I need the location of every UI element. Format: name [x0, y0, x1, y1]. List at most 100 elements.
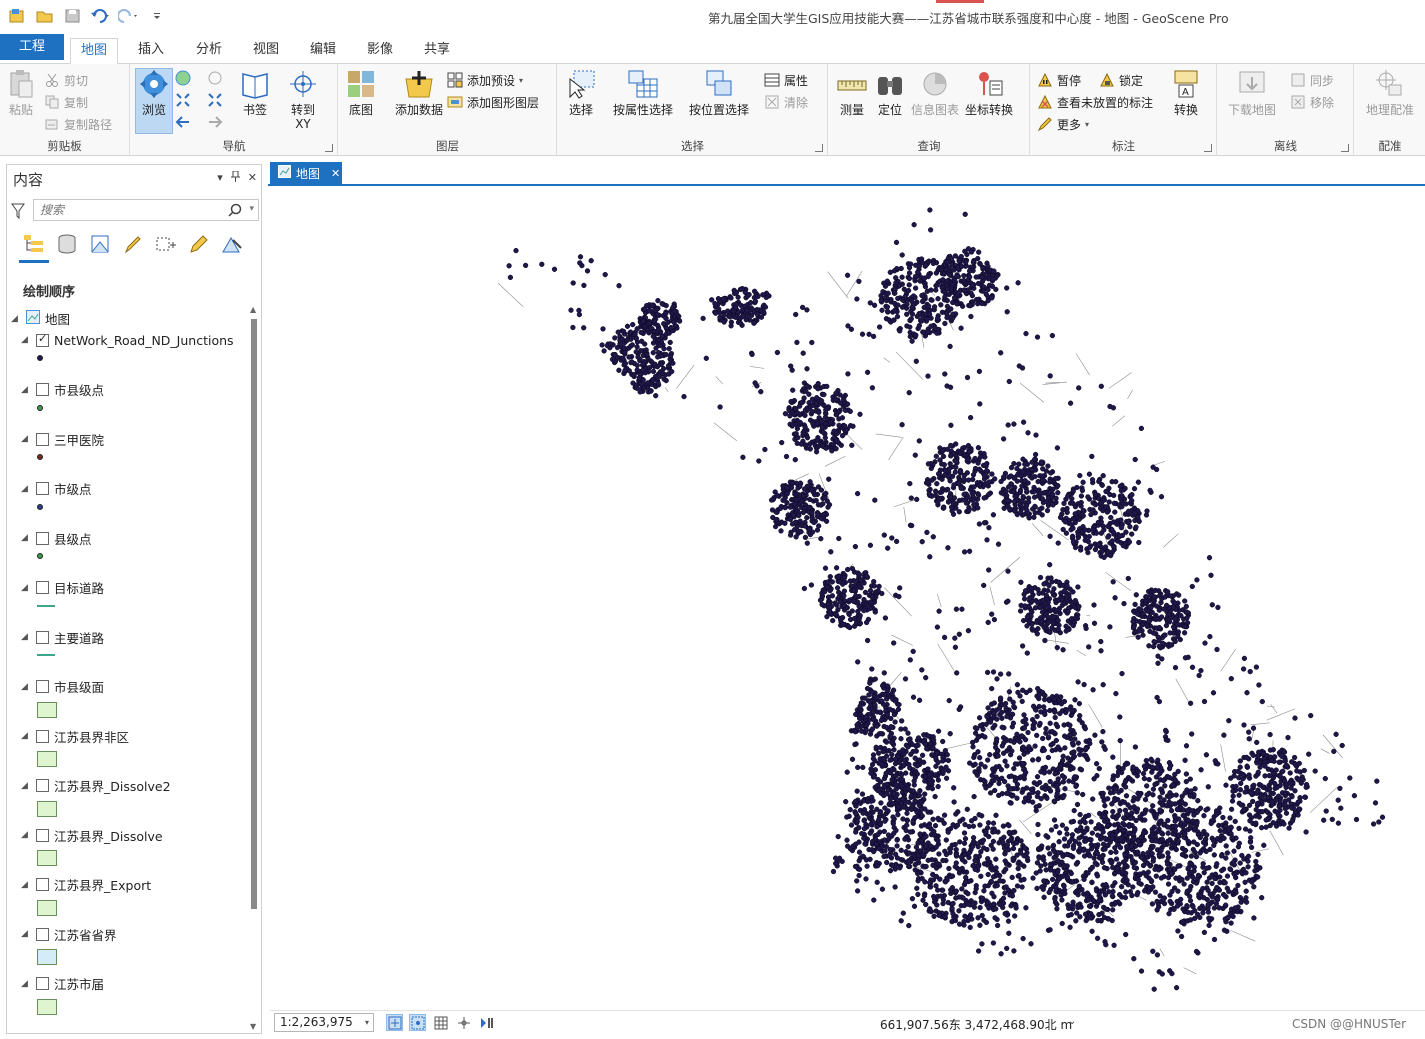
layer-collapse-icon[interactable]: ◢ [21, 583, 31, 593]
layer-collapse-icon[interactable]: ◢ [21, 434, 31, 444]
fixed-zoom-out-button[interactable] [207, 90, 223, 110]
pause-labels-button[interactable]: 暂停 [1037, 70, 1081, 90]
select-button[interactable]: 选择 [564, 68, 598, 117]
layer-item[interactable]: ◢ 市县级点 [21, 379, 251, 427]
infographics-button[interactable]: 信息图表 [909, 68, 961, 117]
coordinate-conversion-button[interactable]: 坐标转换 [963, 68, 1015, 117]
layer-item[interactable]: ◢ 江苏县界_Dissolve [21, 824, 251, 872]
view-unplaced-labels-button[interactable]: 查看未放置的标注 [1037, 92, 1153, 112]
map-view-tab[interactable]: 地图 ✕ [270, 162, 342, 184]
layer-item[interactable]: ◢ 县级点 [21, 527, 251, 575]
pin-icon[interactable] [230, 170, 240, 185]
more-labeling-button[interactable]: 更多 ▾ [1037, 114, 1089, 134]
measure-button[interactable]: 测量 [835, 68, 869, 117]
layer-collapse-icon[interactable]: ◢ [21, 979, 31, 989]
layer-item[interactable]: ◢ 江苏县界非区 [21, 725, 251, 773]
basemap-button[interactable]: 底图 [343, 68, 379, 117]
contents-search-input[interactable] [34, 200, 220, 220]
road-junctions-map[interactable] [270, 188, 1425, 1010]
tab-analysis[interactable]: 分析 [186, 38, 232, 64]
layer-visibility-checkbox[interactable] [36, 977, 49, 990]
map-node[interactable]: ◢ 地图 [11, 309, 70, 328]
pane-menu-icon[interactable]: ▾ [217, 171, 223, 185]
layer-visibility-checkbox[interactable] [36, 680, 49, 693]
layer-collapse-icon[interactable]: ◢ [21, 533, 31, 543]
lock-labels-button[interactable]: 锁定 [1099, 70, 1143, 90]
download-map-button[interactable]: 下载地图 [1224, 68, 1280, 117]
locate-button[interactable]: 定位 [873, 68, 907, 117]
layer-visibility-checkbox[interactable] [36, 630, 49, 644]
layer-collapse-icon[interactable]: ◢ [21, 632, 31, 642]
full-extent-button[interactable] [175, 68, 191, 88]
select-by-attributes-button[interactable]: 按属性选择 [612, 68, 674, 117]
layer-item[interactable]: ◢NetWork_Road_ND_Junctions [21, 329, 251, 377]
layer-collapse-icon[interactable]: ◢ [21, 929, 31, 939]
layer-visibility-checkbox[interactable] [36, 927, 49, 941]
scroll-thumb[interactable] [251, 319, 257, 909]
layer-collapse-icon[interactable]: ◢ [21, 385, 31, 395]
layer-item[interactable]: ◢ 市级点 [21, 478, 251, 526]
scroll-up-icon[interactable]: ▲ [250, 305, 256, 314]
redo-icon[interactable] [118, 6, 140, 26]
save-project-icon[interactable] [62, 6, 84, 26]
cut-button[interactable]: 剪切 [44, 70, 88, 90]
layer-collapse-icon[interactable]: ◢ [21, 880, 31, 890]
tab-insert[interactable]: 插入 [128, 38, 174, 64]
layer-collapse-icon[interactable]: ◢ [21, 335, 31, 345]
map-collapse-icon[interactable]: ◢ [11, 314, 21, 324]
add-data-button[interactable]: 添加数据 [391, 68, 447, 117]
navigate-launcher[interactable] [325, 144, 333, 152]
explore-button[interactable]: 浏览 [137, 68, 171, 117]
paste-button[interactable]: 粘贴 [4, 68, 38, 117]
layer-visibility-checkbox[interactable] [36, 432, 49, 446]
close-pane-icon[interactable]: ✕ [248, 171, 257, 185]
search-icon[interactable] [228, 203, 242, 220]
layer-item[interactable]: ◢ 江苏省省界 [21, 923, 251, 971]
selection-launcher[interactable] [815, 144, 823, 152]
sync-button[interactable]: 同步 [1290, 70, 1334, 90]
list-by-selection-icon[interactable] [89, 233, 111, 255]
layer-collapse-icon[interactable]: ◢ [21, 731, 31, 741]
attributes-button[interactable]: 属性 [764, 70, 808, 90]
layer-collapse-icon[interactable]: ◢ [21, 781, 31, 791]
new-project-icon[interactable] [6, 6, 28, 26]
tab-map[interactable]: 地图 [70, 38, 119, 64]
copy-path-button[interactable]: 复制路径 [44, 114, 112, 134]
list-by-perspective-imagery-icon[interactable] [221, 233, 243, 255]
layer-visibility-checkbox[interactable] [36, 581, 49, 594]
list-by-drawing-order-icon[interactable] [19, 233, 49, 263]
add-preset-button[interactable]: 添加预设 ▾ [447, 70, 523, 90]
layer-item[interactable]: ◢ 三甲医院 [21, 428, 251, 476]
goto-xy-button[interactable]: 转到 XY [283, 68, 323, 131]
labeling-launcher[interactable] [1204, 144, 1212, 152]
layer-visibility-checkbox[interactable] [36, 729, 49, 743]
layer-visibility-checkbox[interactable] [36, 383, 49, 396]
layer-visibility-checkbox[interactable] [36, 828, 49, 842]
layer-collapse-icon[interactable]: ◢ [21, 682, 31, 692]
clear-selection-button[interactable]: 清除 [764, 92, 808, 112]
contents-scrollbar[interactable]: ▲ ▼ [250, 305, 258, 1031]
layer-item[interactable]: ◢ 江苏县界_Export [21, 874, 251, 922]
layer-visibility-checkbox[interactable] [36, 482, 49, 495]
forward-button[interactable] [207, 112, 223, 132]
convert-labels-button[interactable]: A 转换 [1169, 68, 1203, 117]
close-map-tab-icon[interactable]: ✕ [331, 167, 340, 180]
back-button[interactable] [175, 112, 191, 132]
add-graphics-layer-button[interactable]: 添加图形图层 [447, 92, 539, 112]
tab-share[interactable]: 共享 [414, 38, 460, 64]
layer-visibility-checkbox[interactable] [36, 531, 49, 545]
map-canvas[interactable] [270, 188, 1425, 1010]
scroll-down-icon[interactable]: ▼ [250, 1022, 256, 1031]
bookmarks-button[interactable]: 书签 [237, 68, 273, 117]
fixed-zoom-in-button[interactable] [175, 90, 191, 110]
layer-collapse-icon[interactable]: ◢ [21, 484, 31, 494]
layer-visibility-checkbox[interactable] [36, 332, 49, 347]
layer-collapse-icon[interactable]: ◢ [21, 830, 31, 840]
tab-view[interactable]: 视图 [243, 38, 289, 64]
customize-qat-icon[interactable] [146, 6, 168, 26]
layer-item[interactable]: ◢ 目标道路 [21, 577, 251, 625]
remove-offline-button[interactable]: 移除 [1290, 92, 1334, 112]
layer-visibility-checkbox[interactable] [36, 779, 49, 792]
copy-button[interactable]: 复制 [44, 92, 88, 112]
georeference-button[interactable]: 地理配准 [1361, 68, 1419, 117]
